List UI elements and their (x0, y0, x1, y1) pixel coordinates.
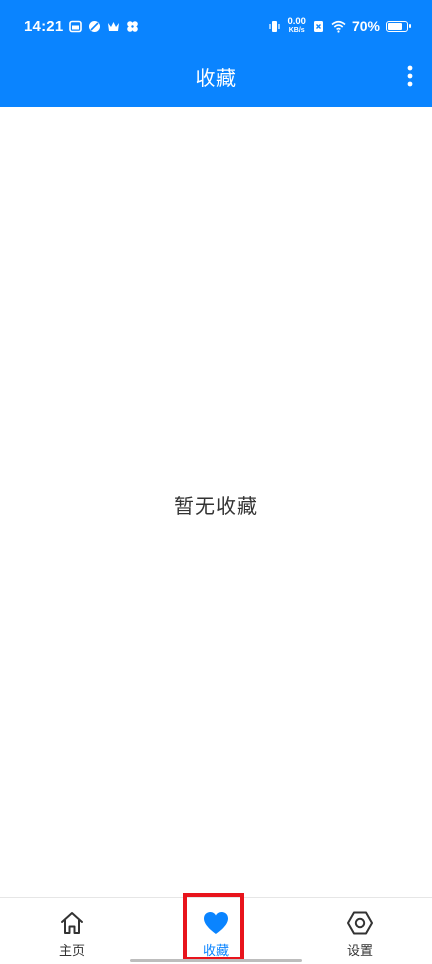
network-speed-unit: KB/s (288, 27, 305, 34)
nav-item-favorites[interactable]: 收藏 (144, 898, 288, 964)
fan-icon (126, 20, 139, 33)
home-indicator[interactable] (130, 959, 302, 962)
status-left: 14:21 (24, 15, 139, 37)
heart-icon (202, 909, 230, 937)
calendar-icon (69, 20, 83, 33)
crown-icon (107, 20, 120, 33)
network-speed-value: 0.00 (287, 16, 306, 27)
settings-icon (346, 909, 374, 937)
battery-percent: 70% (351, 18, 380, 34)
empty-state-message: 暂无收藏 (174, 494, 258, 518)
app-bar: 收藏 (0, 52, 432, 107)
more-options-button[interactable] (398, 62, 422, 90)
favorites-content: 暂无收藏 (0, 107, 432, 897)
leaf-icon (88, 20, 101, 33)
more-vertical-icon (407, 65, 413, 87)
nav-item-settings-label: 设置 (346, 944, 373, 959)
nav-item-favorites-label: 收藏 (202, 944, 229, 959)
top-header: 14:21 0.00 KB/s 70% 收藏 (0, 0, 432, 107)
network-speed: 0.00 KB/s (287, 17, 306, 35)
nav-item-settings[interactable]: 设置 (288, 898, 432, 964)
vibrate-icon (268, 20, 281, 33)
sim-x-icon (312, 20, 325, 33)
nav-item-home[interactable]: 主页 (0, 898, 144, 964)
battery-icon (386, 20, 411, 32)
status-time: 14:21 (24, 17, 64, 35)
home-icon (58, 909, 86, 937)
page-title: 收藏 (195, 65, 237, 90)
wifi-icon (331, 20, 346, 33)
bottom-nav: 主页 收藏 设置 (0, 897, 432, 964)
battery-level (388, 22, 402, 30)
nav-item-home-label: 主页 (58, 944, 85, 959)
status-bar: 14:21 0.00 KB/s 70% (0, 0, 432, 52)
status-right: 0.00 KB/s 70% (268, 15, 411, 37)
